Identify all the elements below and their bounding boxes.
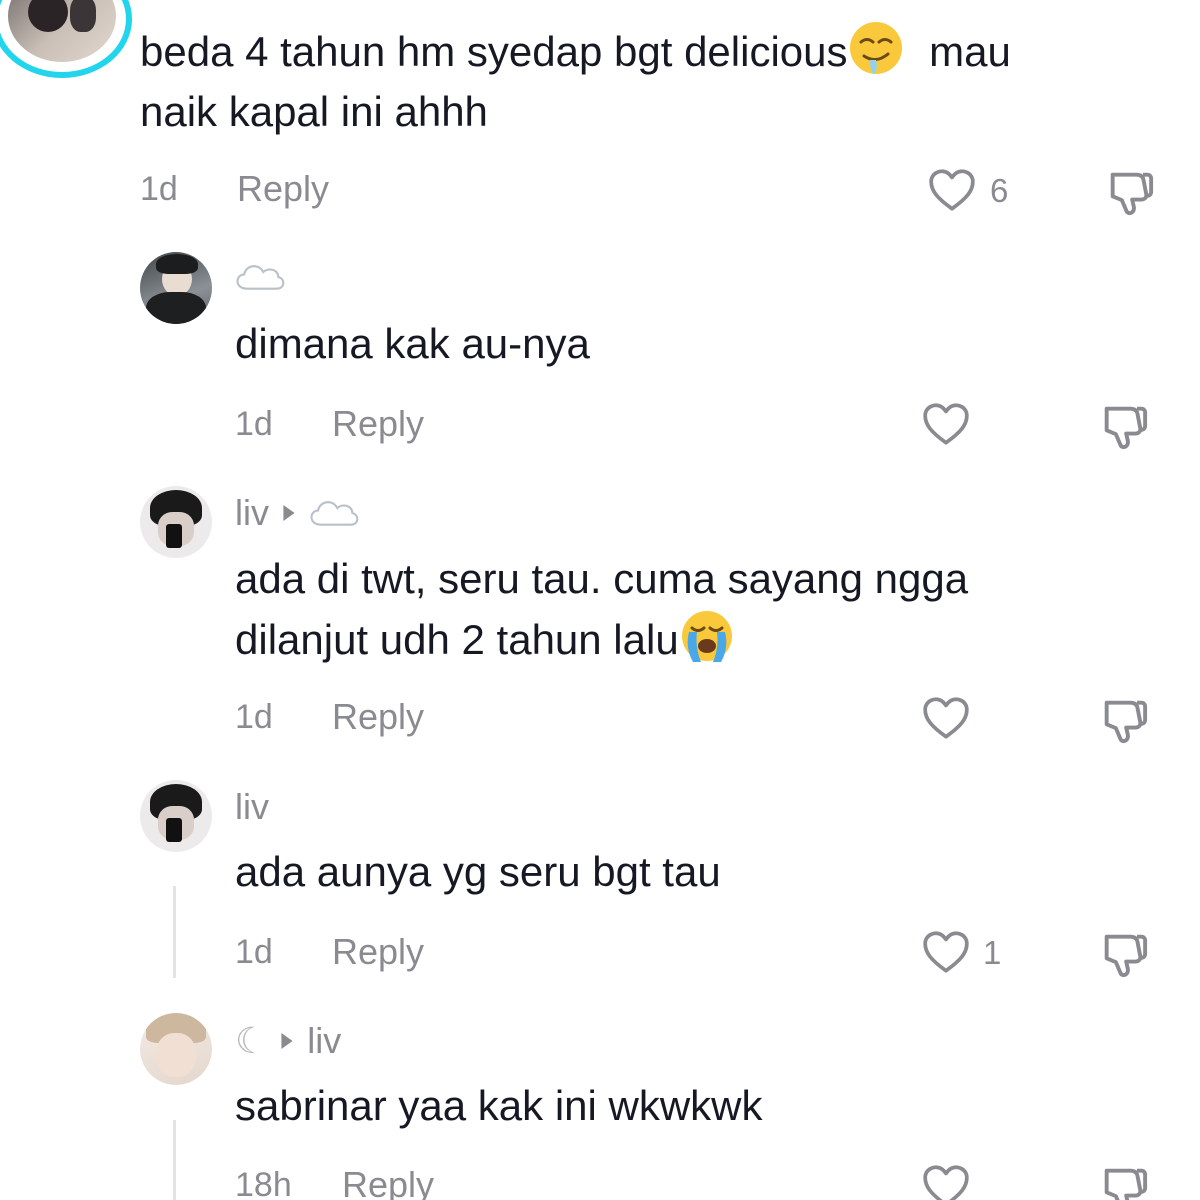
thumbs-down-icon[interactable] (1098, 928, 1150, 980)
comment-text-end: mau (929, 28, 1011, 75)
reply-button[interactable]: Reply (342, 1164, 434, 1200)
timestamp: 1d (140, 170, 178, 208)
comment-text: sabrinar yaa kak ini wkwkwk (235, 1082, 763, 1129)
cloud-emoji (235, 262, 285, 292)
username-row: ☾ liv (235, 1020, 341, 1062)
avatar[interactable] (140, 1013, 212, 1085)
heart-outline-icon[interactable] (927, 166, 977, 216)
thumbs-down-icon[interactable] (1104, 166, 1156, 218)
avatar[interactable] (0, 0, 132, 78)
triangle-right-icon (279, 1031, 295, 1051)
like-count: 6 (990, 172, 1009, 209)
username[interactable]: liv (235, 786, 269, 828)
avatar[interactable] (140, 780, 212, 852)
comment-text: dimana kak au-nya (235, 320, 590, 367)
comment-text-line: ada di twt, seru tau. cuma sayang ngga (235, 555, 969, 602)
timestamp: 1d (235, 933, 273, 971)
reply-button[interactable]: Reply (237, 168, 329, 210)
comment-text-line: beda 4 tahun hm syedap bgt delicious (140, 28, 848, 75)
comment-text: ada aunya yg seru bgt tau (235, 848, 721, 895)
thumbs-down-icon[interactable] (1098, 694, 1150, 746)
cloud-emoji (309, 498, 359, 528)
username-row: liv (235, 492, 359, 534)
heart-outline-icon[interactable] (921, 928, 971, 978)
username[interactable]: liv (235, 492, 269, 534)
heart-outline-icon[interactable] (921, 400, 971, 450)
timestamp: 18h (235, 1166, 292, 1200)
drooling-face-emoji (848, 20, 904, 91)
timestamp: 1d (235, 698, 273, 736)
reply-button[interactable]: Reply (332, 931, 424, 973)
comment-text-line: dilanjut udh 2 tahun lalu (235, 616, 679, 663)
avatar[interactable] (140, 252, 212, 324)
heart-outline-icon[interactable] (921, 694, 971, 744)
reply-button[interactable]: Reply (332, 403, 424, 445)
username-row: liv (235, 786, 269, 828)
reply-button[interactable]: Reply (332, 696, 424, 738)
heart-outline-icon[interactable] (921, 1162, 971, 1200)
like-count: 1 (983, 934, 1002, 971)
comment-text: dilanjut udh 2 tahun lalu (235, 608, 735, 679)
thread-line (173, 886, 176, 978)
thread-line (173, 1120, 176, 1200)
username-prefix: ☾ (235, 1020, 268, 1061)
thumbs-down-icon[interactable] (1098, 400, 1150, 452)
thumbs-down-icon[interactable] (1098, 1162, 1150, 1200)
comment-text: beda 4 tahun hm syedap bgt delicious mau (140, 20, 1011, 91)
username[interactable]: liv (307, 1020, 341, 1062)
triangle-right-icon (281, 503, 297, 523)
comment-text-line: naik kapal ini ahhh (140, 88, 488, 135)
loudly-crying-face-emoji (679, 608, 735, 679)
timestamp: 1d (235, 405, 273, 443)
avatar[interactable] (140, 486, 212, 558)
